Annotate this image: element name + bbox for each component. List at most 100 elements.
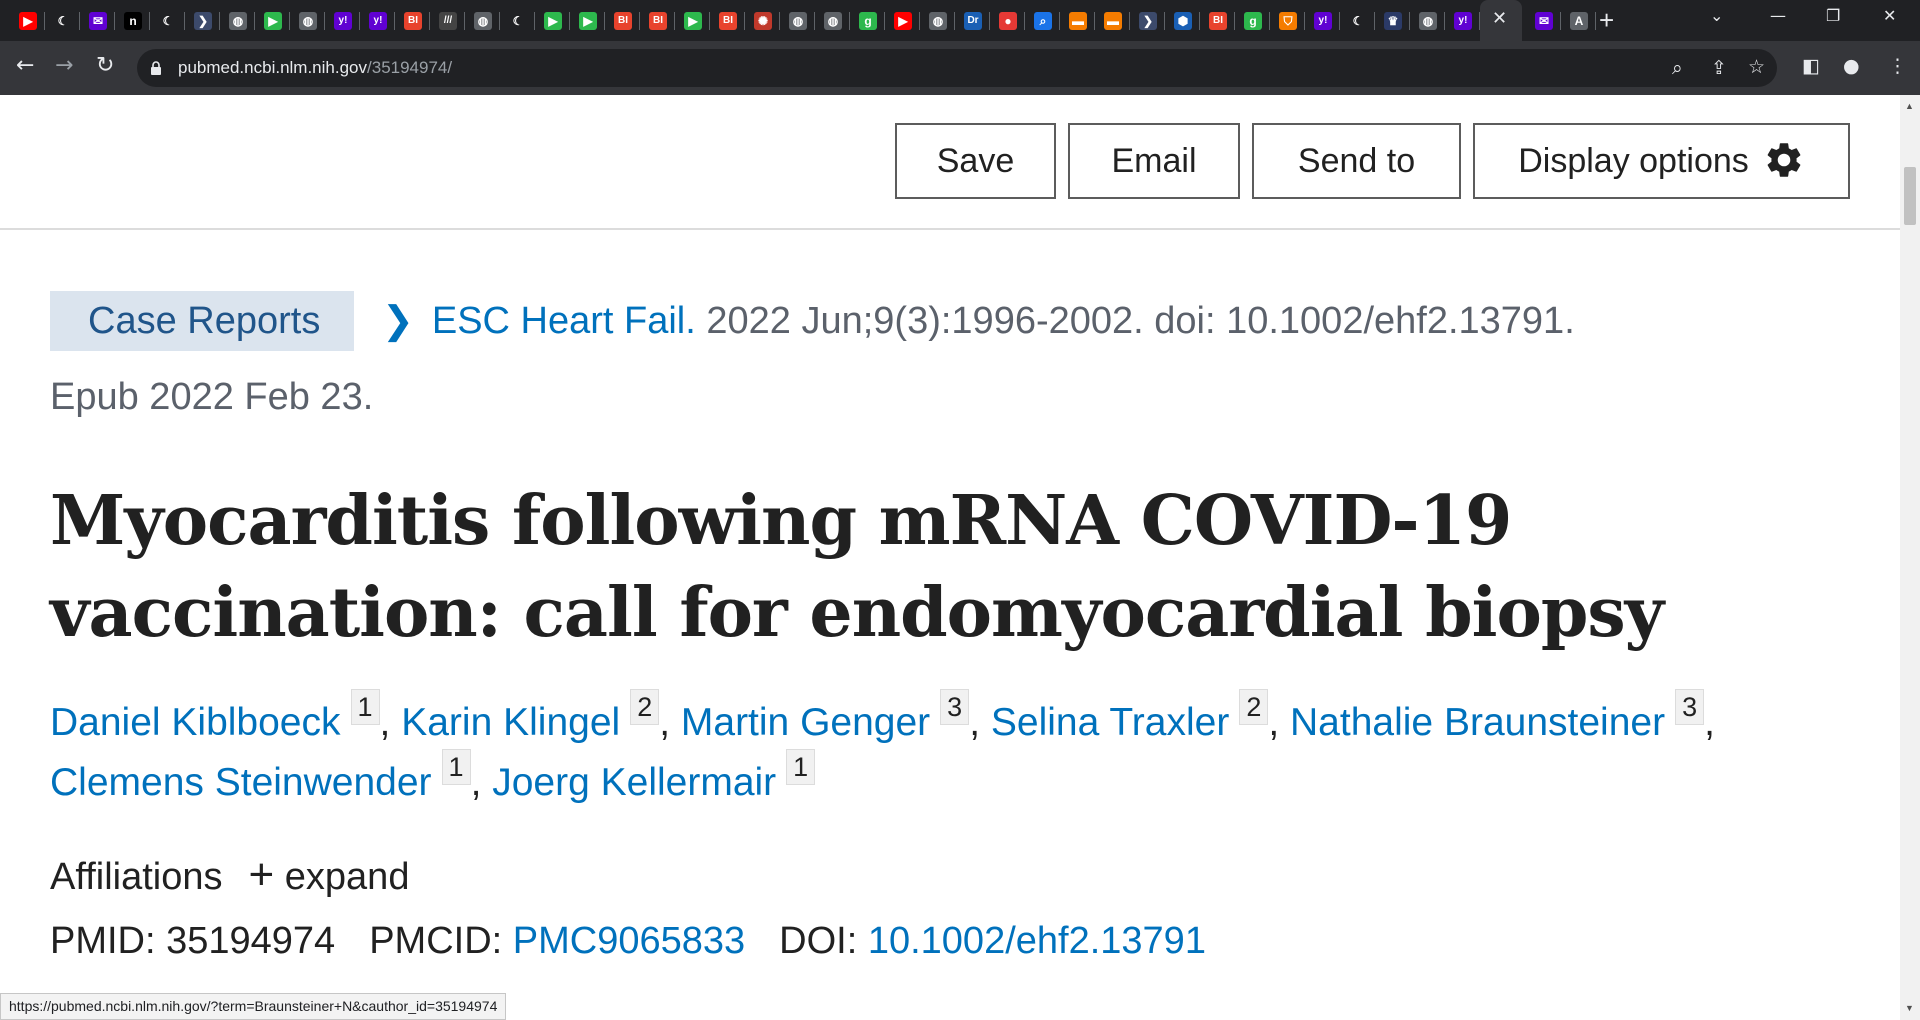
tab-8[interactable]: ◍ <box>290 0 325 41</box>
affiliation-number[interactable]: 1 <box>350 689 380 725</box>
tab-24[interactable]: g <box>850 0 885 41</box>
affiliation-number[interactable]: 2 <box>630 689 660 725</box>
tab-27[interactable]: Dr <box>955 0 990 41</box>
back-icon[interactable]: ← <box>16 53 34 79</box>
tab-14[interactable]: ☾ <box>500 0 535 41</box>
pmcid-link[interactable]: PMC9065833 <box>513 920 745 962</box>
tab-22[interactable]: ◍ <box>780 0 815 41</box>
bookmark-icon: ▬ <box>1069 12 1087 30</box>
author-link[interactable]: Karin Klingel <box>401 701 620 744</box>
tab-3[interactable]: n <box>115 0 150 41</box>
tab-1[interactable]: ☾ <box>45 0 80 41</box>
tab-0[interactable]: ▶ <box>10 0 45 41</box>
close-tab-icon[interactable]: ✕ <box>1492 8 1507 29</box>
tab-7[interactable]: ▶ <box>255 0 290 41</box>
tab-33[interactable]: ⬢ <box>1165 0 1200 41</box>
tab-30[interactable]: ▬ <box>1060 0 1095 41</box>
restore-icon[interactable]: ❐ <box>1826 6 1840 25</box>
doi-link[interactable]: 10.1002/ehf2.13791 <box>868 920 1206 962</box>
chevron-right-icon[interactable]: ❯ <box>382 291 414 351</box>
affiliation-number[interactable]: 1 <box>786 749 816 785</box>
expand-affiliations-toggle[interactable]: + expand <box>223 850 410 899</box>
tab-13[interactable]: ◍ <box>465 0 500 41</box>
tab-32[interactable]: ❯ <box>1130 0 1165 41</box>
forward-icon[interactable]: → <box>55 53 73 79</box>
tab-after-1[interactable]: A <box>1561 0 1596 41</box>
reload-icon[interactable]: ↻ <box>96 53 114 79</box>
author-link[interactable]: Clemens Steinwender <box>50 761 432 804</box>
tab-37[interactable]: y! <box>1305 0 1340 41</box>
affiliation-number[interactable]: 3 <box>940 689 970 725</box>
save-button[interactable]: Save <box>895 123 1056 199</box>
close-window-icon[interactable]: ✕ <box>1883 6 1896 25</box>
zoom-icon[interactable]: ⌕ <box>1672 57 1683 79</box>
url-text: pubmed.ncbi.nlm.nih.gov/35194974/ <box>178 58 453 77</box>
display-options-button[interactable]: Display options <box>1473 123 1850 199</box>
tab-active[interactable]: ✕ <box>1480 0 1522 41</box>
tab-23[interactable]: ◍ <box>815 0 850 41</box>
author-link[interactable]: Joerg Kellermair <box>492 761 776 804</box>
tab-2[interactable]: ✉ <box>80 0 115 41</box>
tab-25[interactable]: ▶ <box>885 0 920 41</box>
bookmark-star-icon[interactable]: ☆ <box>1748 56 1765 78</box>
tab-19[interactable]: ▶ <box>675 0 710 41</box>
side-panel-icon[interactable]: ◧ <box>1802 55 1820 77</box>
tab-26[interactable]: ◍ <box>920 0 955 41</box>
menu-icon[interactable]: ⋮ <box>1888 55 1907 77</box>
doi-label: DOI: <box>779 920 858 962</box>
tab-4[interactable]: ☾ <box>150 0 185 41</box>
tab-35[interactable]: g <box>1235 0 1270 41</box>
scrollbar-thumb[interactable] <box>1904 167 1916 225</box>
tab-10[interactable]: y! <box>360 0 395 41</box>
tab-40[interactable]: ◍ <box>1410 0 1445 41</box>
globe-icon: ◍ <box>789 12 807 30</box>
tab-39[interactable]: ♛ <box>1375 0 1410 41</box>
bi-icon: BI <box>649 12 667 30</box>
tab-16[interactable]: ▶ <box>570 0 605 41</box>
author-link[interactable]: Daniel Kiblboeck <box>50 701 341 744</box>
tab-31[interactable]: ▬ <box>1095 0 1130 41</box>
share-icon[interactable]: ⇪ <box>1711 57 1727 79</box>
vertical-scrollbar[interactable]: ▲ ▼ <box>1900 95 1920 1020</box>
tab-15[interactable]: ▶ <box>535 0 570 41</box>
tab-5[interactable]: ❯ <box>185 0 220 41</box>
author-link[interactable]: Selina Traxler <box>991 701 1229 744</box>
scroll-down-icon[interactable]: ▼ <box>1905 1003 1914 1013</box>
new-tab-button[interactable]: + <box>1599 6 1614 34</box>
cube-icon: ⬢ <box>1174 12 1192 30</box>
tab-17[interactable]: BI <box>605 0 640 41</box>
address-bar[interactable]: pubmed.ncbi.nlm.nih.gov/35194974/ ⌕ ⇪ ☆ <box>137 49 1777 87</box>
tab-21[interactable]: ✺ <box>745 0 780 41</box>
author-link[interactable]: Martin Genger <box>681 701 930 744</box>
tab-search-icon[interactable]: ⌄ <box>1710 6 1723 25</box>
author-link[interactable]: Nathalie Braunsteiner <box>1290 701 1665 744</box>
tab-11[interactable]: BI <box>395 0 430 41</box>
tab-after-0[interactable]: ✉ <box>1526 0 1561 41</box>
burst-icon: ✺ <box>754 12 772 30</box>
tab-41[interactable]: y! <box>1445 0 1480 41</box>
tab-29[interactable]: ⌕ <box>1025 0 1060 41</box>
send-to-button[interactable]: Send to <box>1252 123 1461 199</box>
minimize-icon[interactable]: — <box>1770 6 1786 25</box>
email-button[interactable]: Email <box>1068 123 1240 199</box>
tab-28[interactable]: ● <box>990 0 1025 41</box>
profile-icon[interactable]: ● <box>1843 55 1860 77</box>
tab-9[interactable]: y! <box>325 0 360 41</box>
tab-12[interactable]: /// <box>430 0 465 41</box>
tab-18[interactable]: BI <box>640 0 675 41</box>
tab-36[interactable]: ⛉ <box>1270 0 1305 41</box>
affiliation-number[interactable]: 3 <box>1675 689 1705 725</box>
tab-6[interactable]: ◍ <box>220 0 255 41</box>
affiliation-number[interactable]: 2 <box>1239 689 1269 725</box>
crescent-icon: ☾ <box>159 12 177 30</box>
yahoo-icon: y! <box>334 12 352 30</box>
scroll-up-icon[interactable]: ▲ <box>1905 101 1914 111</box>
tab-34[interactable]: BI <box>1200 0 1235 41</box>
affiliation-number[interactable]: 1 <box>441 749 471 785</box>
a-icon: A <box>1570 12 1588 30</box>
tab-38[interactable]: ☾ <box>1340 0 1375 41</box>
journal-link[interactable]: ESC Heart Fail. <box>432 300 696 342</box>
author-item: Karin Klingel 2 <box>401 689 660 744</box>
tab-20[interactable]: BI <box>710 0 745 41</box>
crescent-icon: ☾ <box>509 12 527 30</box>
